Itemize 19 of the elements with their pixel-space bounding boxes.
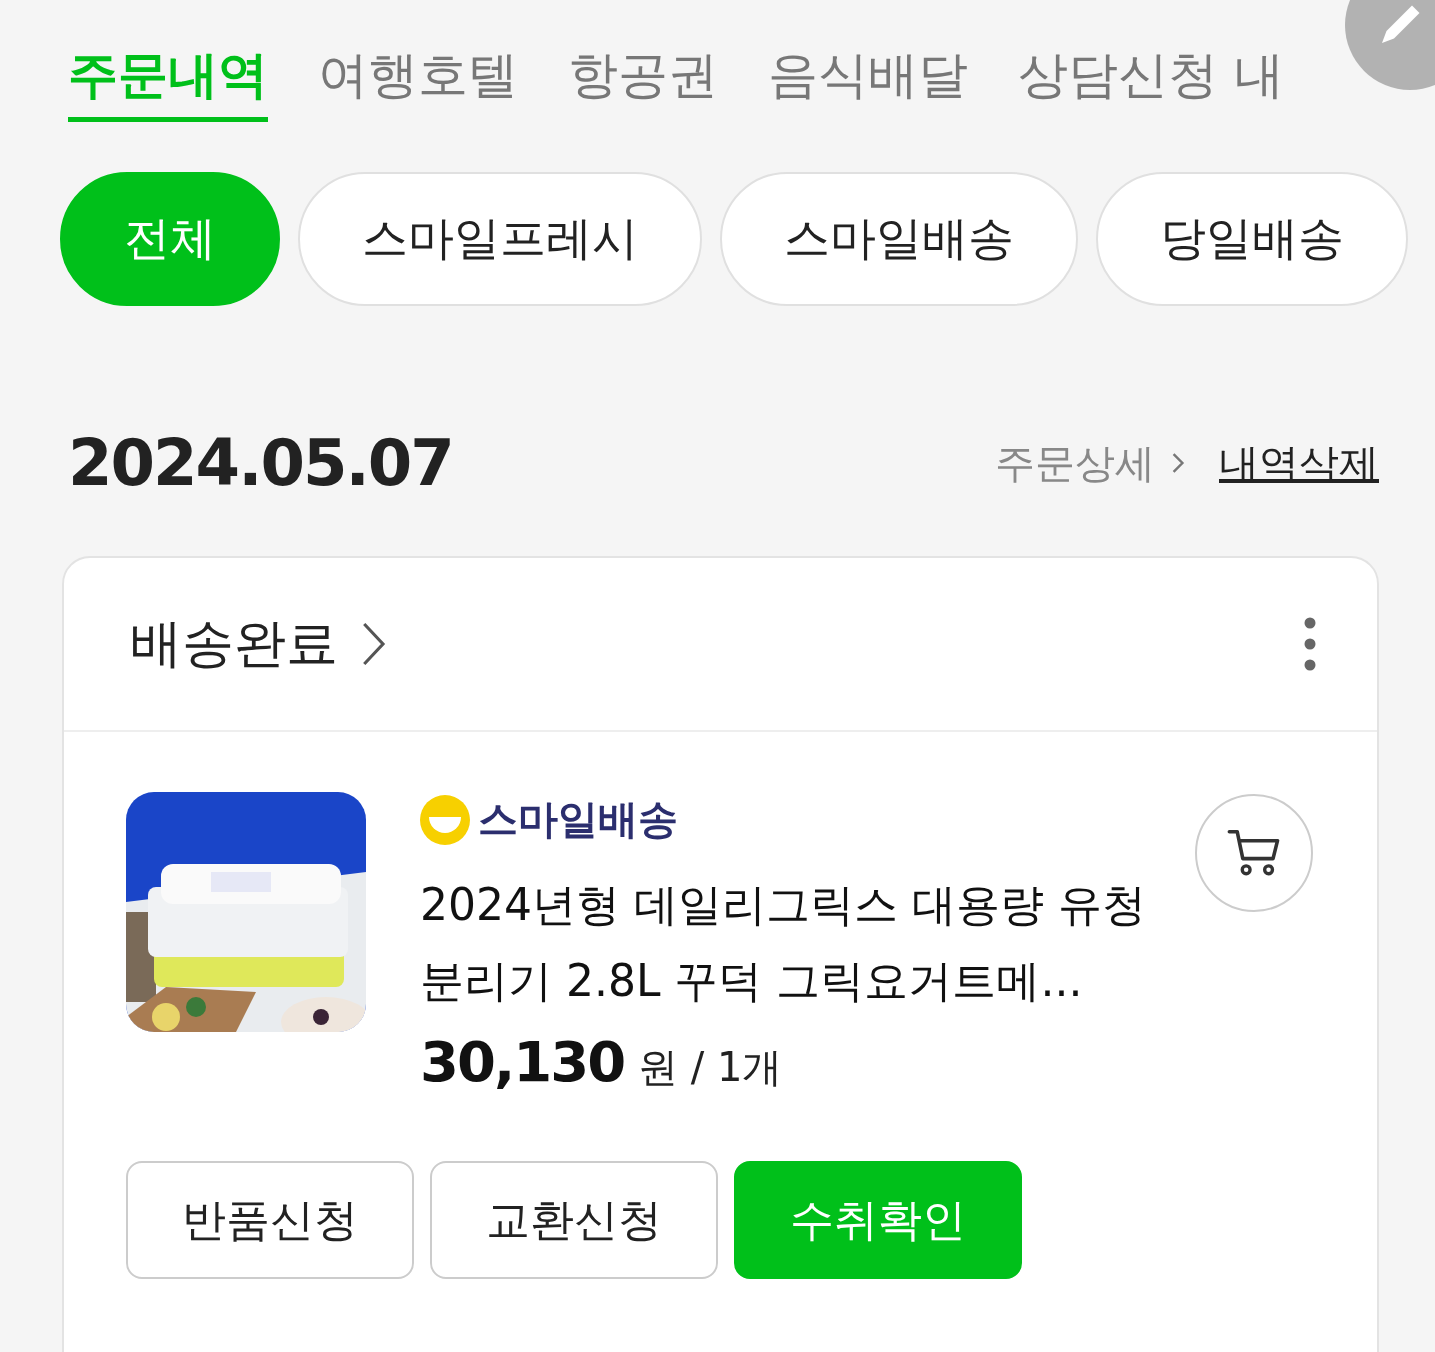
product-title[interactable]: 2024년형 데일리그릭스 대용량 유청분리기 2.8L 꾸덕 그릭요거트메... xyxy=(420,867,1160,1019)
delivery-type-label: 스마일배송 xyxy=(478,795,678,844)
category-tab[interactable]: 여행호텔 xyxy=(318,42,518,122)
filter-chip[interactable]: 당일배송 xyxy=(1096,172,1408,306)
filter-chip[interactable]: 스마일프레시 xyxy=(298,172,702,306)
filter-chip[interactable]: 스마일배송 xyxy=(720,172,1078,306)
delete-history-link[interactable]: 내역삭제 xyxy=(1219,435,1379,491)
product-price: 30,130 xyxy=(420,1029,625,1094)
order-action-button[interactable]: 반품신청 xyxy=(126,1161,414,1279)
order-action-button[interactable]: 교환신청 xyxy=(430,1161,718,1279)
category-tab[interactable]: 항공권 xyxy=(568,42,718,122)
chevron-right-icon xyxy=(1171,452,1185,474)
order-date: 2024.05.07 xyxy=(68,426,453,500)
smile-logo-icon xyxy=(420,794,470,845)
category-tab[interactable]: 음식배달 xyxy=(768,42,968,122)
more-icon[interactable] xyxy=(1303,616,1317,672)
price-unit: 원 / 1개 xyxy=(638,1043,783,1092)
delivery-status[interactable]: 배송완료 xyxy=(130,609,338,679)
category-tab[interactable]: 상담신청 내 xyxy=(1018,42,1284,122)
